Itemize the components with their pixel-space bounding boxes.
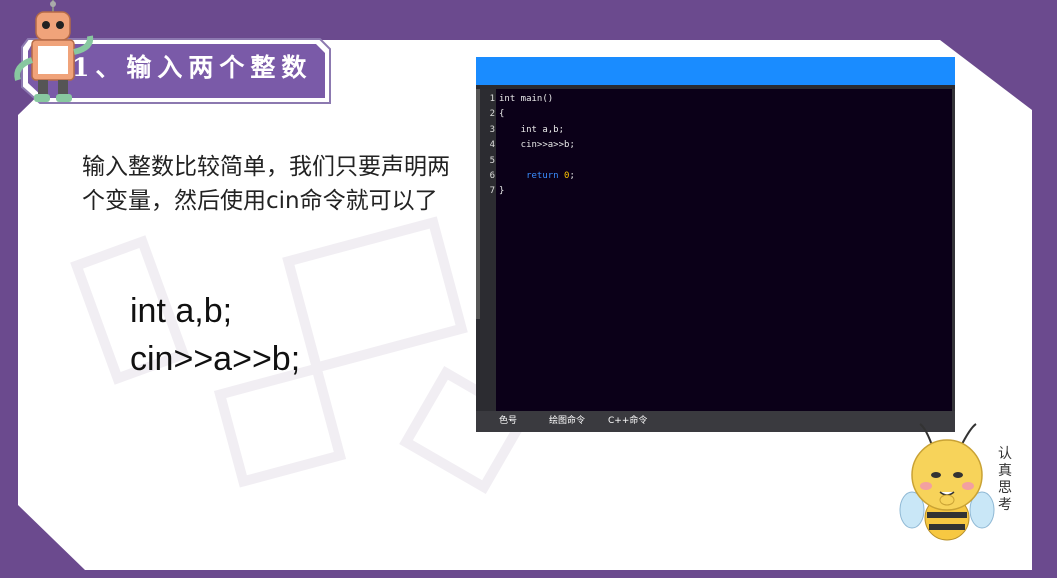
line-number: 4 — [489, 140, 495, 151]
line-number: 6 — [489, 171, 495, 182]
description-text: 输入整数比较简单，我们只要声明两个变量，然后使用cin命令就可以了 — [82, 154, 450, 214]
editor-titlebar[interactable] — [476, 57, 955, 85]
line-number: 3 — [489, 124, 495, 135]
code-line: int main() — [499, 94, 554, 104]
line-number: 7 — [489, 186, 495, 197]
tab-color-codes[interactable]: 色号 — [499, 411, 517, 432]
keyword-return: return — [526, 170, 559, 181]
bee-mascot-icon — [899, 423, 995, 541]
code-line: cin>>a>>b; — [130, 340, 301, 378]
editor-footer: 色号 绘图命令 C++命令 — [476, 411, 955, 432]
page-title: 1、输入两个整数 — [72, 53, 313, 82]
tab-cpp-commands[interactable]: C++命令 — [608, 411, 647, 432]
code-line: { — [499, 109, 505, 120]
code-line-return: return 0; — [499, 169, 575, 184]
line-number: 5 — [489, 155, 495, 166]
line-number: 2 — [489, 109, 495, 120]
mascot-char: 真 — [998, 463, 1012, 479]
code-semicolon: ; — [569, 170, 575, 181]
mascot-char: 思 — [998, 480, 1012, 496]
code-snippet: int a,b; cin>>a>>b; — [130, 287, 300, 383]
code-line: cin>>a>>b; — [499, 140, 575, 151]
line-numbers: 1 2 3 4 5 6 7 — [480, 92, 495, 200]
code-line: int a,b; — [130, 292, 233, 330]
line-number: 1 — [489, 94, 495, 104]
tab-drawing-commands[interactable]: 绘图命令 — [549, 411, 585, 432]
code-lines: int main() { int a,b; cin>>a>>b; return … — [499, 92, 575, 200]
mascot-char: 考 — [998, 497, 1012, 513]
code-line: } — [499, 186, 505, 197]
code-line: int a,b; — [499, 124, 565, 135]
mascot-caption: 认 真 思 考 — [995, 446, 1015, 514]
mascot-char: 认 — [998, 446, 1012, 462]
code-editor-window: 1 2 3 4 5 6 7 int main() { int a,b; cin>… — [476, 57, 955, 432]
